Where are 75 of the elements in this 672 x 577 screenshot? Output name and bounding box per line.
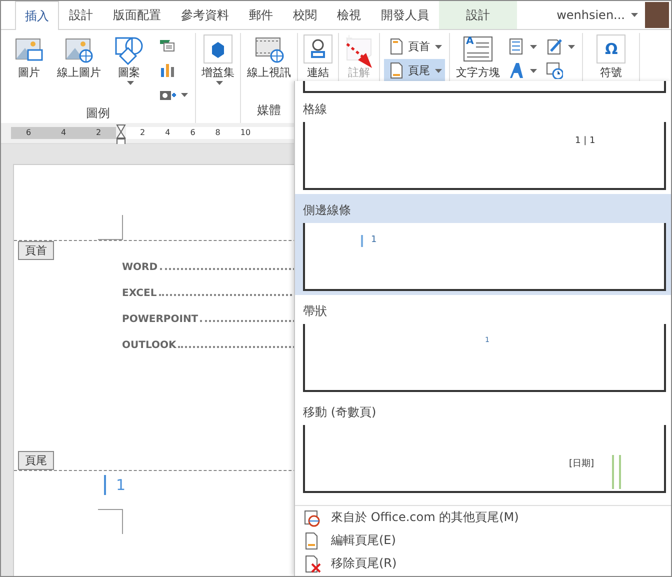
group-label: 媒體 bbox=[256, 102, 282, 119]
ruler-number: 2 bbox=[96, 128, 102, 138]
delete-page-icon bbox=[303, 554, 321, 572]
signature-icon bbox=[545, 37, 563, 55]
menu-item[interactable]: 來自於 Office.com 的其他頁尾(M) bbox=[295, 506, 671, 529]
ribbon-tab[interactable]: 校閱 bbox=[283, 1, 327, 29]
menu-item[interactable]: 編輯頁尾(E) bbox=[295, 529, 671, 552]
ribbon-button[interactable]: 頁首 bbox=[384, 35, 445, 57]
gallery-item-title: 側邊線條 bbox=[303, 202, 352, 219]
caret-icon bbox=[126, 81, 134, 86]
caret-icon bbox=[435, 68, 442, 74]
ruler-number: 4 bbox=[60, 128, 66, 138]
ruler-number: 8 bbox=[215, 128, 220, 138]
toc-entry: OUTLOOK bbox=[122, 340, 176, 351]
crop-mark bbox=[98, 215, 123, 240]
ribbon-tab[interactable]: 版面配置 bbox=[103, 1, 171, 29]
symbol-icon bbox=[595, 33, 627, 65]
accent-bar bbox=[361, 235, 363, 247]
preview-text: [日期] bbox=[569, 458, 594, 469]
globe-page-icon bbox=[303, 508, 321, 526]
indent-marker-icon[interactable] bbox=[116, 124, 126, 146]
ribbon-tab[interactable]: 插入 bbox=[15, 1, 59, 30]
toc-entry: POWERPOINT bbox=[122, 314, 198, 325]
quick-parts-icon bbox=[507, 37, 525, 55]
ruler-number: 6 bbox=[26, 128, 32, 138]
icon-glyph: Ω bbox=[605, 40, 618, 58]
icon-glyph: A bbox=[466, 36, 474, 48]
accent-bar bbox=[612, 455, 622, 489]
toc-entry: WORD bbox=[122, 262, 158, 273]
crop-mark bbox=[98, 509, 123, 534]
ribbon-button[interactable]: 線上圖片 bbox=[55, 33, 103, 105]
ribbon-tab[interactable]: 開發人員 bbox=[371, 1, 439, 29]
ruler-number: 2 bbox=[140, 128, 146, 138]
chart-icon bbox=[158, 61, 176, 79]
ruler-number: 4 bbox=[165, 128, 170, 138]
gallery-item[interactable]: 側邊線條 1 bbox=[295, 194, 671, 295]
caret-icon bbox=[568, 44, 575, 50]
gallery-item-title: 移動 (奇數頁) bbox=[303, 404, 378, 421]
ribbon-tab[interactable]: 郵件 bbox=[239, 1, 283, 29]
preview-text: 1 bbox=[371, 235, 377, 247]
ribbon-tab[interactable]: 設計 bbox=[439, 1, 517, 29]
gallery-item[interactable]: 移動 (奇數頁) [日期] bbox=[295, 396, 671, 497]
caret-icon bbox=[530, 44, 537, 50]
ribbon-button[interactable]: A 文字方塊 bbox=[454, 33, 502, 81]
page-number: 1 bbox=[116, 476, 126, 494]
caret-icon bbox=[216, 81, 222, 86]
menu-item[interactable]: 移除頁尾(R) bbox=[295, 552, 671, 575]
gallery-item-title: 格線 bbox=[303, 101, 328, 118]
ribbon-button[interactable]: 增益集 bbox=[200, 33, 236, 86]
calendar-clock-icon bbox=[545, 61, 563, 79]
ribbon-tab[interactable]: 檢視 bbox=[327, 1, 371, 29]
gallery-item[interactable]: 格線 1 | 1 bbox=[295, 93, 671, 194]
ruler-number: 6 bbox=[190, 128, 196, 138]
caret-icon bbox=[435, 44, 442, 50]
toc-entry: EXCEL bbox=[122, 288, 157, 299]
ribbon-button[interactable]: 圖案 bbox=[105, 33, 153, 105]
accent-bar bbox=[104, 475, 106, 495]
caret-icon bbox=[181, 92, 188, 98]
wordart-icon bbox=[507, 61, 525, 79]
group-label: 圖例 bbox=[85, 105, 111, 122]
store-icon bbox=[202, 33, 234, 65]
gallery-item-title: 帶狀 bbox=[303, 303, 328, 320]
ribbon-button[interactable]: 頁尾 bbox=[384, 59, 445, 81]
ribbon-button[interactable]: 線上視訊 bbox=[245, 33, 293, 79]
account-name[interactable]: wenhsien... bbox=[556, 8, 625, 22]
ribbon-tab[interactable]: 設計 bbox=[59, 1, 103, 29]
caret-icon bbox=[530, 68, 537, 74]
preview-text: 1 | 1 bbox=[575, 136, 596, 148]
ribbon-tab[interactable]: 參考資料 bbox=[171, 1, 239, 29]
header-tag: 頁首 bbox=[18, 241, 54, 260]
ribbon-button[interactable]: Ω 符號 bbox=[587, 33, 635, 79]
footer-tag: 頁尾 bbox=[18, 451, 54, 470]
ruler-number: 10 bbox=[240, 128, 251, 138]
caret-icon[interactable] bbox=[631, 12, 639, 18]
ribbon-button[interactable]: 圖片 bbox=[5, 33, 53, 105]
